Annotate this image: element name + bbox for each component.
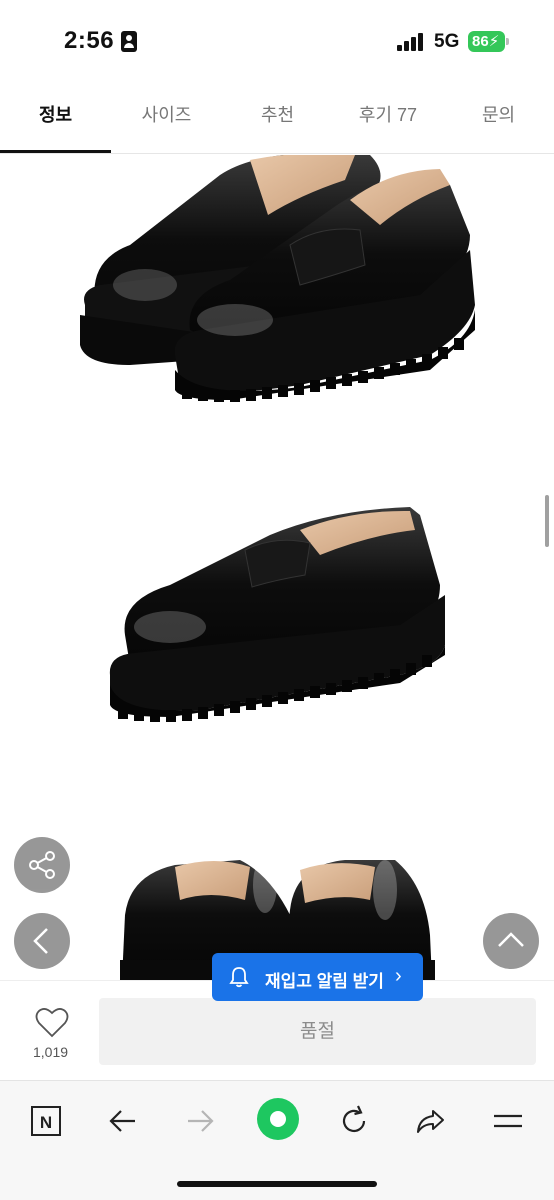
n-logo-icon: N <box>31 1106 61 1136</box>
product-images <box>80 155 476 980</box>
share-arrow-icon <box>417 1110 444 1133</box>
share-button[interactable] <box>14 837 70 893</box>
tab-info[interactable]: 정보 <box>0 84 111 154</box>
green-dot-icon <box>257 1098 299 1140</box>
forward-arrow-icon <box>188 1110 214 1132</box>
soldout-button[interactable]: 품절 <box>99 998 536 1065</box>
menu-icon <box>494 1114 522 1128</box>
battery-indicator: 86⚡ <box>468 31 505 52</box>
like-count: 1,019 <box>33 1044 69 1060</box>
tab-recommend[interactable]: 추천 <box>222 84 333 154</box>
status-time: 2:56 <box>64 27 115 54</box>
pair-loafers-front-view <box>80 155 476 402</box>
scroll-indicator[interactable] <box>545 495 549 547</box>
green-dot-button[interactable] <box>254 1095 302 1143</box>
chevron-up-icon <box>498 932 524 947</box>
network-type: 5G <box>434 31 460 52</box>
heart-icon[interactable] <box>35 1007 69 1039</box>
previous-button[interactable] <box>14 913 70 969</box>
cellular-signal-icon <box>397 33 425 51</box>
status-bar: 2:56 5G 86⚡ <box>0 0 554 84</box>
chevron-left-icon <box>33 928 48 954</box>
charging-icon: ⚡ <box>488 33 500 50</box>
active-tab-underline <box>0 150 111 153</box>
back-arrow-icon <box>109 1110 135 1132</box>
reload-button[interactable] <box>332 1099 376 1143</box>
svg-text:N: N <box>40 1113 52 1132</box>
forward-button[interactable] <box>178 1099 222 1143</box>
chevron-right-icon: › <box>395 965 402 987</box>
menu-button[interactable] <box>486 1099 530 1143</box>
restock-label: 재입고 알림 받기 <box>265 972 384 991</box>
share-page-button[interactable] <box>409 1099 453 1143</box>
tab-inquiry[interactable]: 문의 <box>443 84 554 154</box>
home-indicator[interactable] <box>177 1181 377 1187</box>
id-card-icon <box>121 31 137 52</box>
tab-reviews[interactable]: 후기 77 <box>333 84 443 154</box>
bell-icon <box>229 967 249 988</box>
product-image-area[interactable] <box>0 155 554 980</box>
restock-alert-button[interactable]: 재입고 알림 받기 › <box>212 953 423 1001</box>
product-tabs: 정보 사이즈 추천 후기 77 문의 <box>0 84 554 154</box>
back-button[interactable] <box>101 1099 145 1143</box>
tab-size[interactable]: 사이즈 <box>111 84 222 154</box>
battery-level: 86 <box>472 33 489 50</box>
reload-icon <box>342 1105 366 1133</box>
scroll-top-button[interactable] <box>483 913 539 969</box>
single-loafer-side-view <box>109 507 446 722</box>
share-icon <box>29 851 55 879</box>
battery-nub <box>506 38 509 45</box>
n-home-button[interactable]: N <box>24 1099 68 1143</box>
